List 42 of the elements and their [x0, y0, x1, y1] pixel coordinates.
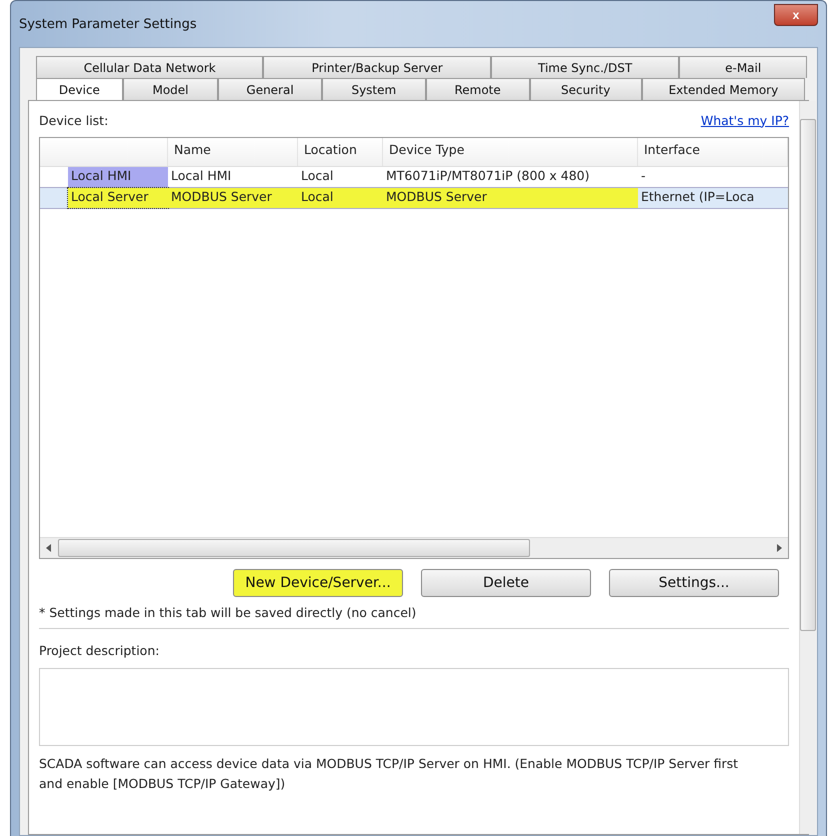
tab[interactable]: Device: [36, 78, 123, 100]
table-cell: Local: [298, 188, 383, 208]
horizontal-scrollbar[interactable]: [40, 537, 788, 558]
vertical-scrollbar[interactable]: [799, 101, 816, 834]
project-description-label: Project description:: [39, 643, 160, 658]
dialog-button[interactable]: New Device/Server...: [233, 569, 403, 597]
tab[interactable]: Extended Memory: [642, 78, 805, 100]
project-description-field[interactable]: [39, 668, 789, 746]
table-cell: MODBUS Server: [168, 188, 298, 208]
tab[interactable]: System: [322, 78, 426, 100]
tab[interactable]: General: [218, 78, 322, 100]
tab[interactable]: Model: [122, 78, 218, 100]
table-cell-text: Ethernet (IP=Loca: [640, 188, 756, 206]
dialog-button[interactable]: Settings...: [609, 569, 779, 597]
close-button[interactable]: x: [774, 4, 818, 26]
tab[interactable]: e-Mail: [679, 56, 808, 78]
footer-text: SCADA software can access device data via MODBUS TCP/IP Server on HMI. (Enable MODBUS TCP/IP Server first and enable [MODBUS TCP/IP Gateway]): [39, 755, 740, 793]
table-row[interactable]: Local HMI Local HMI Local MT6071iP/MT8071iP (800 x 480) -: [40, 167, 788, 187]
note-text: * Settings made in this tab will be saved directly (no cancel): [39, 605, 418, 620]
scroll-right-icon[interactable]: [776, 544, 782, 552]
tab[interactable]: Security: [530, 78, 642, 100]
table-row[interactable]: Local Server MODBUS Server Local MODBUS Server Ethernet (IP=Loca: [40, 187, 788, 209]
tab[interactable]: Printer/Backup Server: [263, 56, 491, 78]
table-cell-text: -: [640, 167, 647, 185]
table-cell: Local Server: [68, 188, 168, 208]
dialog-button[interactable]: Delete: [421, 569, 591, 597]
column-header[interactable]: Name: [168, 138, 298, 166]
column-header[interactable]: Device Type: [383, 138, 638, 166]
table-cell: MODBUS Server: [383, 188, 638, 208]
table-cell-text: Local: [300, 167, 334, 185]
table-cell-text: Local HMI: [170, 167, 232, 185]
table-cell-text: MT6071iP/MT8071iP (800 x 480): [385, 167, 590, 185]
tab[interactable]: Cellular Data Network: [36, 56, 264, 78]
column-header[interactable]: Interface: [638, 138, 788, 166]
whats-my-ip-link[interactable]: What's my IP?: [700, 112, 789, 128]
table-cell: Local HMI: [68, 167, 168, 187]
window-title: System Parameter Settings: [19, 16, 197, 32]
tab[interactable]: Time Sync./DST: [490, 56, 680, 78]
tab[interactable]: Remote: [426, 78, 530, 100]
scroll-left-icon[interactable]: [46, 544, 52, 552]
device-list-label: Device list:: [39, 112, 108, 128]
column-header[interactable]: Location: [298, 138, 383, 166]
